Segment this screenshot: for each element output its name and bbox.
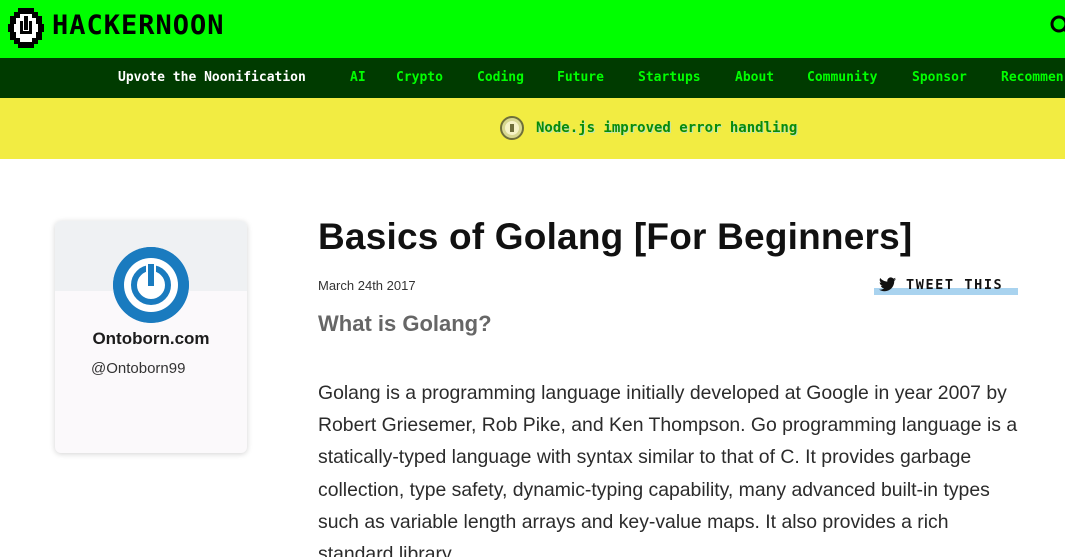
- nodejs-badge-icon: [500, 116, 524, 140]
- main-nav: Upvote the Noonification AI Crypto Codin…: [0, 58, 1065, 98]
- author-handle[interactable]: @Ontoborn99: [91, 360, 185, 377]
- site-header: HACKERNOON: [0, 0, 1065, 58]
- author-card: Ontoborn.com @Ontoborn99: [55, 221, 247, 453]
- article-date: March 24th 2017: [318, 278, 416, 293]
- banner-link[interactable]: Node.js improved error handling: [500, 116, 797, 140]
- article-title: Basics of Golang [For Beginners]: [318, 216, 913, 257]
- author-avatar[interactable]: [113, 247, 189, 323]
- banner-text: Node.js improved error handling: [536, 120, 798, 136]
- hackernoon-logo-icon: [8, 8, 44, 48]
- nav-item-ai[interactable]: AI: [350, 58, 366, 98]
- nav-item-crypto[interactable]: Crypto: [396, 58, 443, 98]
- nav-item-coding[interactable]: Coding: [477, 58, 524, 98]
- announcement-banner: Node.js improved error handling: [0, 98, 1065, 159]
- tweet-this-label: TWEET THIS: [906, 277, 1004, 293]
- article-paragraph: Golang is a programming language initial…: [318, 382, 1018, 557]
- nav-item-noonification[interactable]: Upvote the Noonification: [118, 58, 306, 98]
- tweet-this-button[interactable]: TWEET THIS: [874, 276, 1018, 296]
- search-icon[interactable]: [1049, 14, 1065, 38]
- article-subheading: What is Golang?: [318, 311, 492, 336]
- nav-item-future[interactable]: Future: [557, 58, 604, 98]
- nav-item-community[interactable]: Community: [807, 58, 877, 98]
- nav-item-startups[interactable]: Startups: [638, 58, 701, 98]
- author-name[interactable]: Ontoborn.com: [55, 329, 247, 349]
- twitter-bird-icon: [879, 277, 896, 292]
- nav-item-about[interactable]: About: [735, 58, 774, 98]
- nav-item-sponsor[interactable]: Sponsor: [912, 58, 967, 98]
- nav-item-recommend[interactable]: Recommen: [1001, 58, 1064, 98]
- home-logo-link[interactable]: [8, 6, 44, 50]
- site-logo-text[interactable]: HACKERNOON: [52, 8, 225, 44]
